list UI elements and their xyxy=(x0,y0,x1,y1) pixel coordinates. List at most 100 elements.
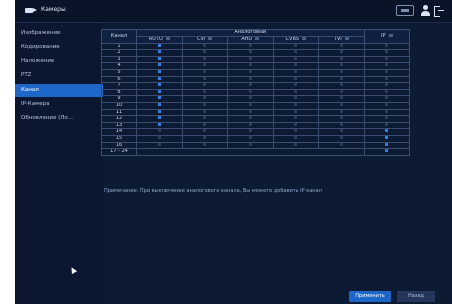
mode-checkbox[interactable] xyxy=(248,70,252,73)
mode-checkbox[interactable] xyxy=(248,83,252,87)
mode-checkbox[interactable] xyxy=(157,129,161,133)
mode-checkbox[interactable] xyxy=(157,103,161,106)
mode-checkbox[interactable] xyxy=(248,136,252,139)
ip-checkbox[interactable] xyxy=(385,90,389,93)
mode-checkbox[interactable] xyxy=(157,83,161,87)
mode-checkbox[interactable] xyxy=(248,123,252,126)
mode-checkbox[interactable] xyxy=(294,142,298,146)
mode-checkbox[interactable] xyxy=(248,77,252,80)
sidebar-item-ip-camera[interactable]: IP-Камера xyxy=(15,98,103,111)
mode-checkbox[interactable] xyxy=(294,136,298,139)
mode-checkbox[interactable] xyxy=(248,57,252,60)
column-header-cvbs[interactable]: CVBS xyxy=(272,36,319,44)
ip-checkbox[interactable] xyxy=(385,83,389,87)
ip-checkbox[interactable] xyxy=(385,116,389,120)
column-header-tvi[interactable]: TVI xyxy=(318,36,365,44)
mode-checkbox[interactable] xyxy=(294,123,298,126)
ip-checkbox[interactable] xyxy=(385,57,389,60)
select-all-checkbox[interactable] xyxy=(208,37,213,40)
mode-checkbox[interactable] xyxy=(294,83,298,87)
ip-checkbox[interactable] xyxy=(385,50,389,54)
sidebar-item-image[interactable]: Изображение xyxy=(15,27,103,40)
mode-checkbox[interactable] xyxy=(203,50,207,54)
ip-checkbox[interactable] xyxy=(385,44,389,47)
mode-checkbox[interactable] xyxy=(339,123,343,126)
mode-checkbox[interactable] xyxy=(339,70,343,73)
mode-checkbox[interactable] xyxy=(339,103,343,106)
back-button[interactable]: Назад xyxy=(397,291,435,302)
mode-checkbox[interactable] xyxy=(203,70,207,73)
mode-checkbox[interactable] xyxy=(248,142,252,146)
mode-checkbox[interactable] xyxy=(294,90,298,93)
mode-checkbox[interactable] xyxy=(157,90,161,93)
mode-checkbox[interactable] xyxy=(248,103,252,106)
mode-checkbox[interactable] xyxy=(294,50,298,54)
mode-checkbox[interactable] xyxy=(339,116,343,120)
mode-checkbox[interactable] xyxy=(294,77,298,80)
mode-checkbox[interactable] xyxy=(203,44,207,47)
mode-checkbox[interactable] xyxy=(294,103,298,106)
sidebar-item-channel[interactable]: Канал xyxy=(15,84,103,97)
mode-checkbox[interactable] xyxy=(248,129,252,133)
ip-checkbox[interactable] xyxy=(385,103,389,106)
mode-checkbox[interactable] xyxy=(339,44,343,47)
sidebar-item-ptz[interactable]: PTZ xyxy=(15,69,103,82)
mode-checkbox[interactable] xyxy=(294,109,298,113)
mode-checkbox[interactable] xyxy=(157,142,161,146)
ip-checkbox[interactable] xyxy=(385,123,389,126)
sidebar-item-overlay[interactable]: Наложение xyxy=(15,55,103,68)
mode-checkbox[interactable] xyxy=(203,142,207,146)
mode-checkbox[interactable] xyxy=(294,116,298,120)
logout-icon[interactable] xyxy=(434,6,444,17)
mode-checkbox[interactable] xyxy=(248,63,252,67)
column-header-ahd[interactable]: AHD xyxy=(227,36,274,44)
ip-checkbox[interactable] xyxy=(385,142,389,146)
ip-checkbox[interactable] xyxy=(385,70,389,73)
mode-checkbox[interactable] xyxy=(157,123,161,126)
mode-checkbox[interactable] xyxy=(157,70,161,73)
mode-checkbox[interactable] xyxy=(294,129,298,133)
mode-checkbox[interactable] xyxy=(248,116,252,120)
column-header-cvi[interactable]: CVI xyxy=(181,36,228,44)
mode-checkbox[interactable] xyxy=(157,109,161,113)
ip-checkbox[interactable] xyxy=(385,96,389,100)
mode-checkbox[interactable] xyxy=(203,77,207,80)
ip-checkbox[interactable] xyxy=(385,129,389,133)
mode-checkbox[interactable] xyxy=(203,136,207,139)
mode-checkbox[interactable] xyxy=(294,96,298,100)
ip-checkbox[interactable] xyxy=(385,149,389,153)
mode-checkbox[interactable] xyxy=(157,77,161,80)
mode-checkbox[interactable] xyxy=(339,96,343,100)
mode-checkbox[interactable] xyxy=(339,136,343,139)
mode-checkbox[interactable] xyxy=(339,90,343,93)
mode-checkbox[interactable] xyxy=(294,57,298,60)
mode-checkbox[interactable] xyxy=(339,83,343,87)
ip-select-all-checkbox[interactable] xyxy=(388,33,393,37)
mode-checkbox[interactable] xyxy=(157,57,161,60)
mode-checkbox[interactable] xyxy=(294,63,298,67)
mode-checkbox[interactable] xyxy=(339,57,343,60)
mode-checkbox[interactable] xyxy=(203,103,207,106)
mode-checkbox[interactable] xyxy=(248,44,252,47)
apply-button[interactable]: Применить xyxy=(349,291,391,302)
mode-checkbox[interactable] xyxy=(339,129,343,133)
mode-checkbox[interactable] xyxy=(157,116,161,120)
mode-checkbox[interactable] xyxy=(203,83,207,87)
mode-checkbox[interactable] xyxy=(203,129,207,133)
mode-checkbox[interactable] xyxy=(339,63,343,67)
mode-checkbox[interactable] xyxy=(339,142,343,146)
mode-checkbox[interactable] xyxy=(248,109,252,113)
mode-checkbox[interactable] xyxy=(203,63,207,67)
ip-checkbox[interactable] xyxy=(385,77,389,80)
ip-checkbox[interactable] xyxy=(385,136,389,139)
mode-checkbox[interactable] xyxy=(203,96,207,100)
mode-checkbox[interactable] xyxy=(157,50,161,54)
mode-checkbox[interactable] xyxy=(294,44,298,47)
ip-checkbox[interactable] xyxy=(385,109,389,113)
live-view-icon[interactable] xyxy=(396,5,414,16)
mode-checkbox[interactable] xyxy=(339,109,343,113)
mode-checkbox[interactable] xyxy=(157,96,161,100)
mode-checkbox[interactable] xyxy=(248,96,252,100)
mode-checkbox[interactable] xyxy=(294,70,298,73)
mode-checkbox[interactable] xyxy=(157,44,161,47)
